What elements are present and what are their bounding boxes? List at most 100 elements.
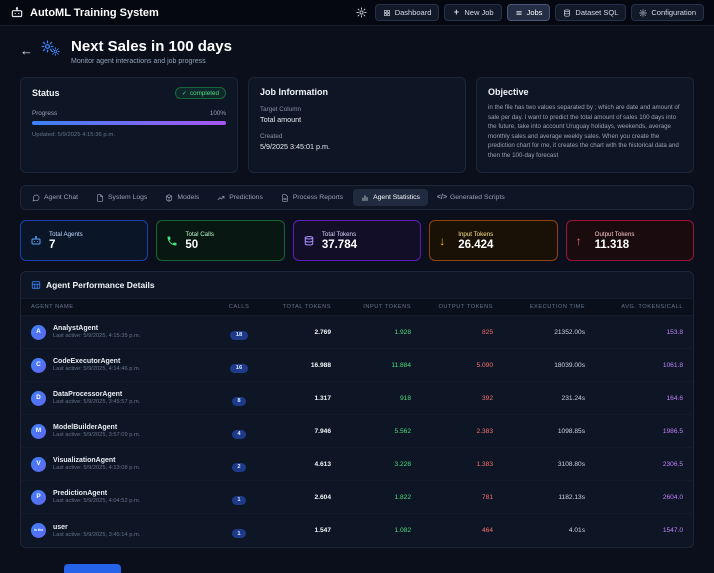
execution-time-value: 18039.00s [554,361,585,369]
total-tokens-value: 4.613 [314,460,331,468]
calls-cell: 1 [217,488,261,506]
stat-value: 37.784 [321,238,357,251]
table-row: V VisualizationAgent Last active: 5/9/20… [21,448,693,481]
nav-button-new-job[interactable]: + New Job [444,4,502,21]
tab-label: Models [177,194,200,201]
phone-icon [166,235,178,247]
agent-last-active: Last active: 5/9/2025, 3:45:14 p.m. [53,531,141,538]
status-badge-label: completed [189,89,219,97]
tab-label: Agent Statistics [373,194,420,201]
tab-generated-scripts[interactable]: </> Generated Scripts [430,189,513,206]
calls-badge: 1 [231,529,247,538]
calls-cell: 8 [217,389,261,407]
info-cards-row: Status ✓ completed Progress 100% Updated… [0,73,714,173]
total-tokens-value: 1.317 [314,394,331,402]
output-tokens-value: 1.383 [476,460,493,468]
nav-button-dataset-sql[interactable]: Dataset SQL [555,4,627,21]
check-icon: ✓ [181,90,187,97]
stat-value: 26.424 [458,238,494,251]
input-tokens-value: 3.228 [394,460,411,468]
table-row: C CodeExecutorAgent Last active: 5/9/202… [21,349,693,382]
agent-name: VisualizationAgent [53,457,116,464]
table-row: P PredictionAgent Last active: 5/9/2025,… [21,481,693,514]
gears-icon [41,40,63,60]
total-tokens-value: 1.547 [314,527,331,534]
calls-badge: 16 [230,363,248,373]
nav-button-configuration[interactable]: Configuration [631,4,704,21]
calls-cell: 4 [217,422,261,440]
table-title-row: Agent Performance Details [21,272,693,298]
execution-time-value: 1182.13s [558,493,585,501]
objective-card: Objective in the file has two values sep… [476,77,694,173]
objective-card-title: Objective [488,87,529,97]
agent-last-active: Last active: 5/9/2025, 4:15:35 p.m. [53,333,141,339]
progress-bar [32,121,226,125]
created-value: 5/9/2025 3:45:01 p.m. [260,142,330,151]
table-row: M ModelBuilderAgent Last active: 5/9/202… [21,415,693,448]
tab-agent-statistics[interactable]: Agent Statistics [353,189,428,206]
tab-agent-chat[interactable]: Agent Chat [24,189,86,206]
agent-name-cell: V VisualizationAgent Last active: 5/9/20… [21,456,217,472]
execution-time-value: 1098.85s [557,427,585,435]
nav-button-jobs[interactable]: Jobs [506,4,551,21]
input-tokens-value: 5.562 [394,427,411,435]
table-row: A AnalystAgent Last active: 5/9/2025, 4:… [21,316,693,349]
agent-name: user [53,523,68,531]
column-header-total-tokens: Total Tokens [282,304,331,310]
settings-gear-button[interactable] [354,5,370,21]
agent-avatar: A [31,324,46,340]
tab-process-reports[interactable]: Process Reports [273,189,351,206]
output-tokens-value: 392 [481,394,493,402]
app-logo-robot-icon [10,6,24,20]
cutoff-bottom-element[interactable] [64,564,121,573]
avg-tokens-per-call-value: 2604.0 [662,493,683,501]
tab-label: Process Reports [292,194,344,201]
output-tokens-value: 5.090 [476,361,493,369]
agent-name: AnalystAgent [53,325,99,332]
input-tokens-value: 1.082 [394,527,411,534]
tab-label: System Logs [108,194,148,201]
calls-cell: 1 [217,522,261,540]
brand: AutoML Training System [10,6,159,20]
stat-card-total-calls: Total Calls 50 [156,220,285,261]
table-row: in the user Last active: 5/9/2025, 3:45:… [21,514,693,547]
back-button[interactable]: ← [20,43,33,58]
stat-label: Output Tokens [594,230,635,238]
stat-value: 11.318 [594,238,630,251]
avg-tokens-per-call-value: 164.6 [666,394,683,402]
app-root: AutoML Training System Dashboard + New J… [0,0,714,573]
bar-chart-icon [361,194,369,202]
stat-card-total-tokens: Total Tokens 37.784 [292,220,422,261]
agent-last-active: Last active: 5/9/2025, 3:45:57 p.m. [53,399,141,405]
stat-label: Total Tokens [321,230,357,238]
input-tokens-value: 11.884 [391,361,411,369]
agent-last-active: Last active: 5/9/2025, 4:14:46 p.m. [53,366,141,372]
agent-avatar: in the [31,523,46,538]
head-text: Next Sales in 100 days Monitor agent int… [71,38,232,65]
status-updated-text: Updated: 5/9/2025 4:15:36 p.m. [32,131,115,138]
report-icon [281,193,289,202]
input-tokens-value: 918 [399,394,411,402]
top-nav: Dashboard + New Job Jobs Dataset SQL Con… [354,4,704,21]
input-tokens-value: 1.822 [394,493,411,501]
tab-predictions[interactable]: Predictions [209,189,271,206]
nav-button-label: Dashboard [394,8,432,17]
stat-value: 7 [49,238,56,251]
tab-system-logs[interactable]: System Logs [88,189,155,206]
database-icon [563,9,571,17]
calls-badge: 18 [230,330,248,340]
list-icon [515,9,523,17]
progress-bar-fill [32,121,226,125]
stats-row: Total Agents 7 Total Calls 50 Total Toke… [20,220,695,261]
calls-badge: 2 [231,462,247,472]
stat-label: Total Calls [185,230,214,238]
nav-button-dashboard[interactable]: Dashboard [374,4,440,21]
nav-button-label: Jobs [526,8,543,17]
dashboard-grid-icon [383,9,391,17]
status-badge: ✓ completed [174,87,226,99]
page-subtitle: Monitor agent interactions and job progr… [71,58,206,65]
tab-models[interactable]: Models [157,189,207,206]
nav-button-label: Configuration [651,8,696,17]
topbar: AutoML Training System Dashboard + New J… [0,0,714,26]
agent-name-cell: A AnalystAgent Last active: 5/9/2025, 4:… [21,324,217,340]
